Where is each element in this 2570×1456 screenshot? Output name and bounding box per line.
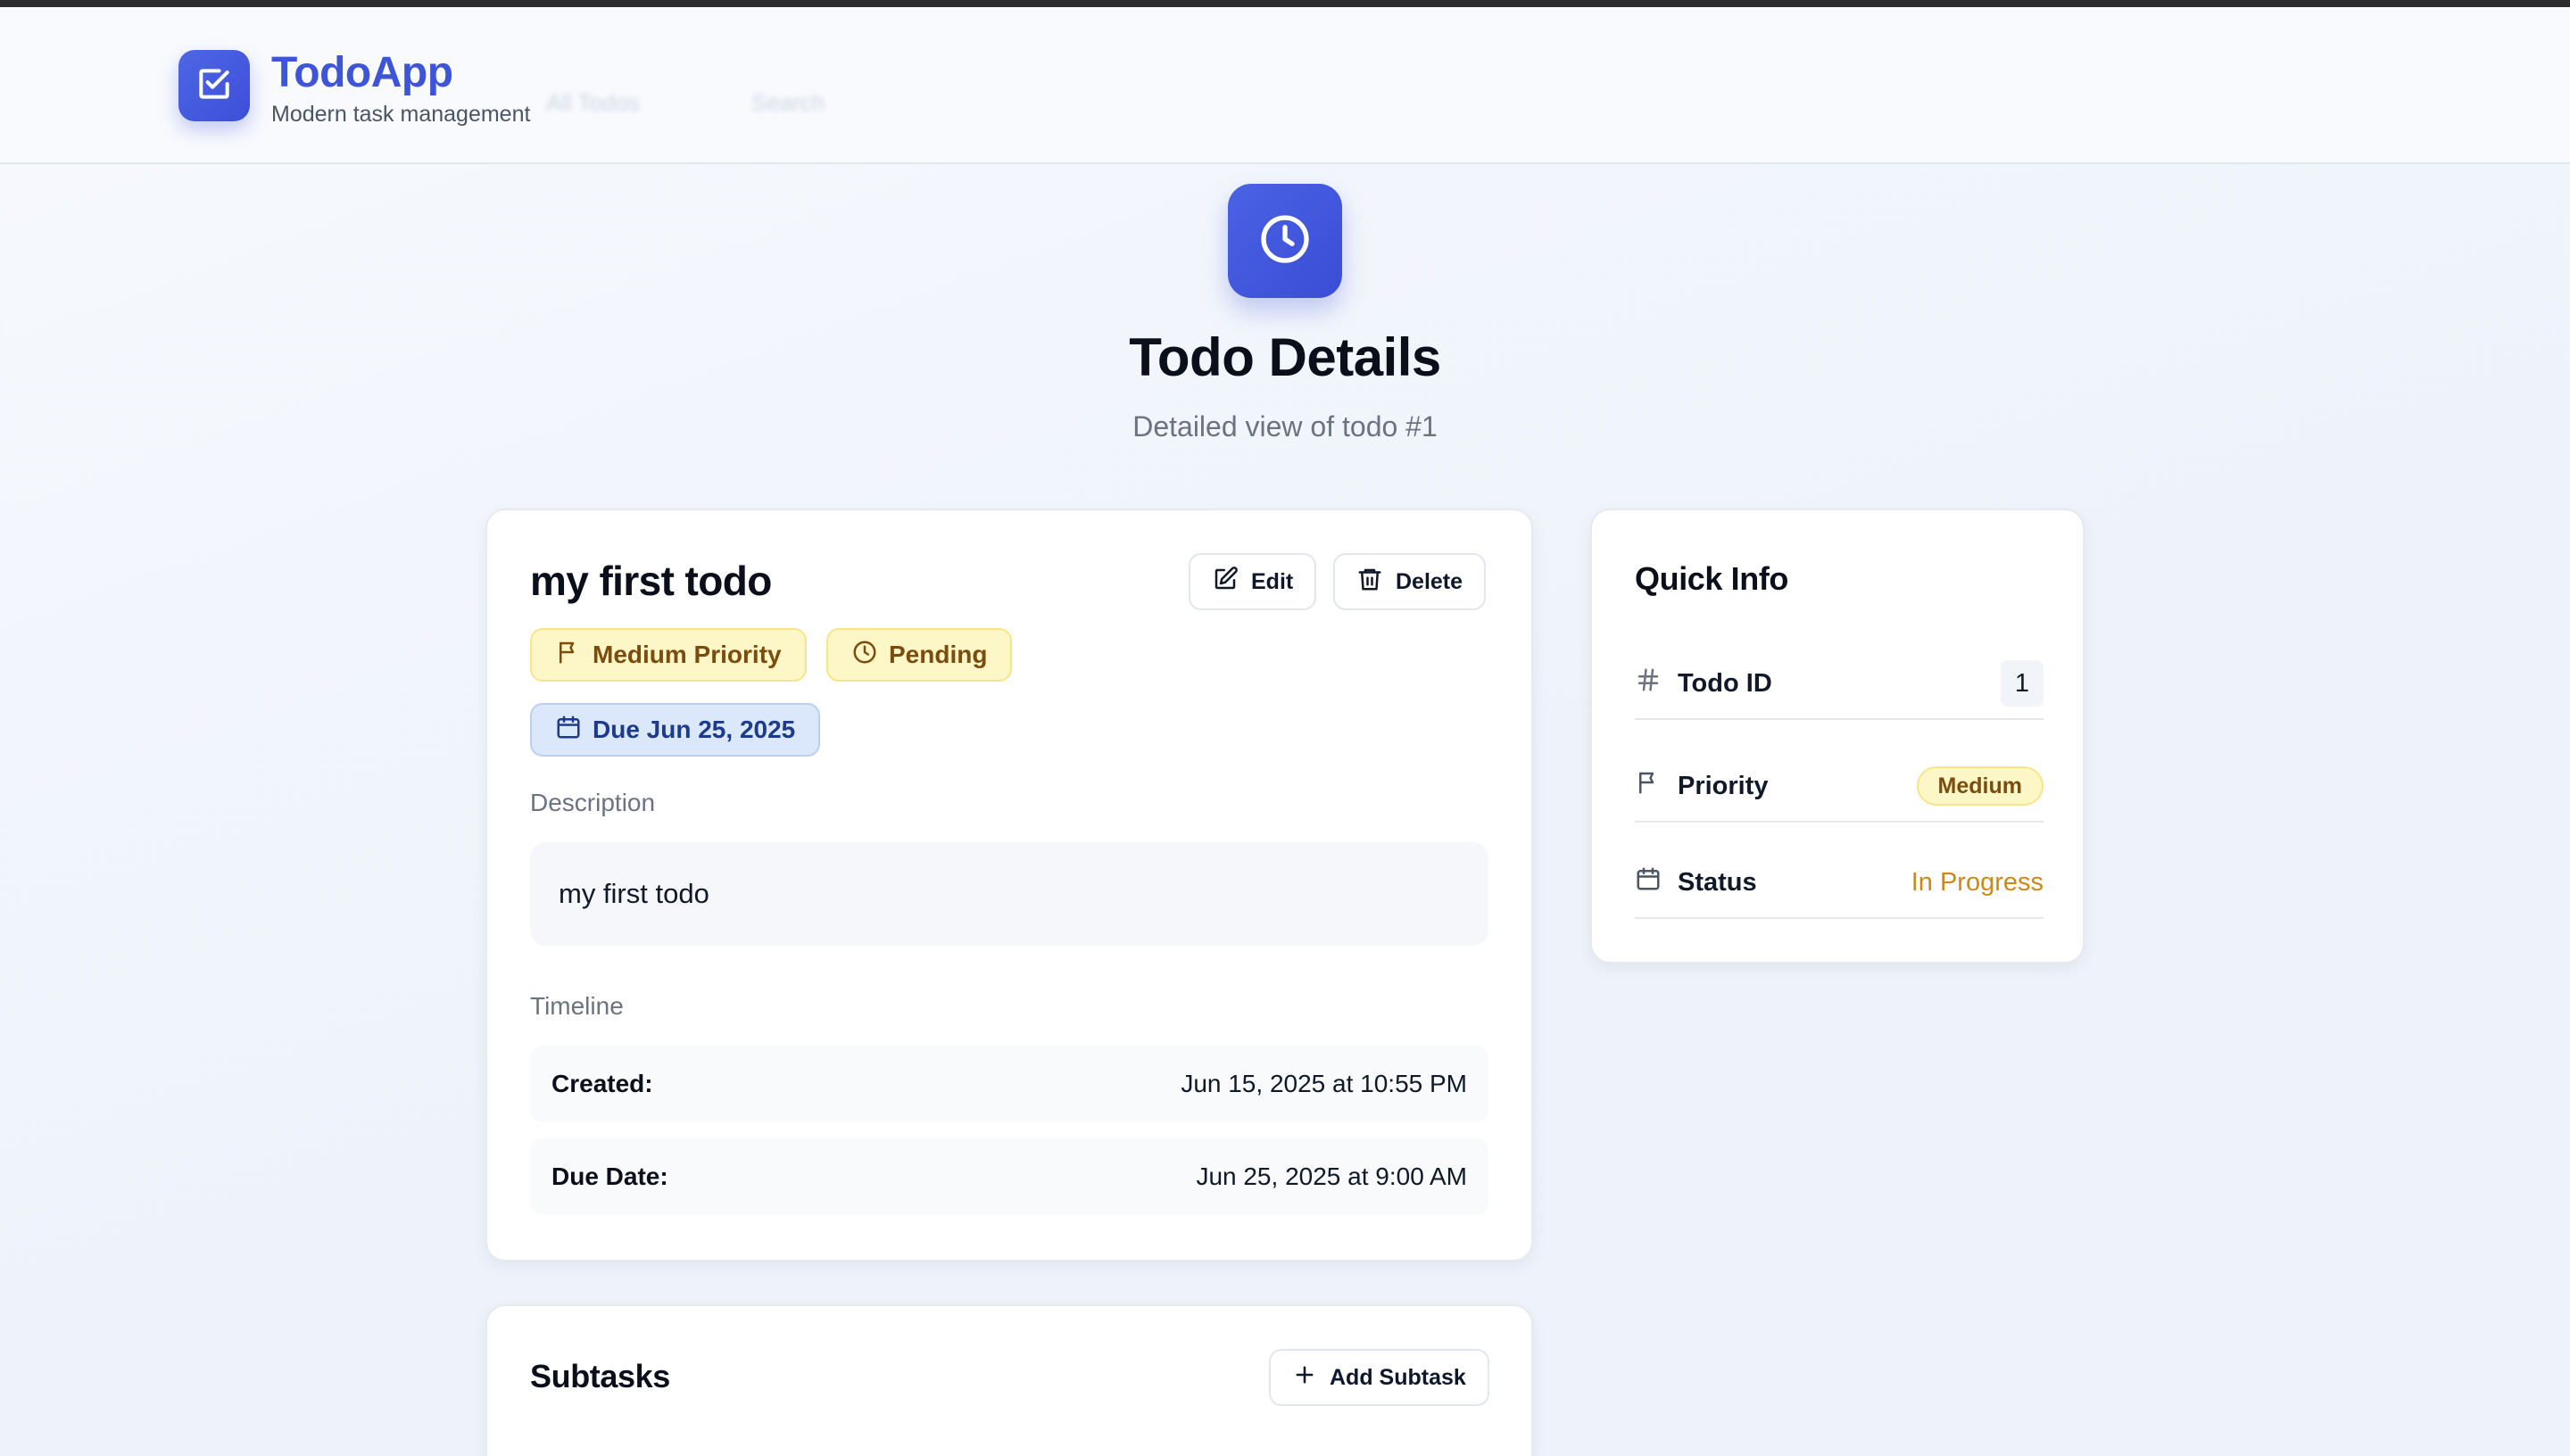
calendar-icon (1635, 865, 1662, 899)
edit-icon (1212, 566, 1239, 599)
priority-badge: Medium Priority (530, 628, 807, 682)
todo-id-value: 1 (2001, 660, 2044, 707)
page-subtitle: Detailed view of todo #1 (1132, 410, 1438, 443)
flag-icon (1635, 769, 1662, 803)
status-badge: Pending (826, 628, 1013, 682)
quick-info-row-priority: Priority Medium (1635, 751, 2044, 823)
checkbox-icon (195, 64, 234, 108)
timeline-label: Due Date: (551, 1162, 668, 1190)
status-value: In Progress (1911, 867, 2044, 897)
todo-id-label: Todo ID (1678, 668, 1772, 698)
subtasks-title: Subtasks (530, 1358, 670, 1394)
quick-info-row-id: Todo ID 1 (1635, 649, 2044, 720)
nav-item-search[interactable]: Search (751, 89, 825, 117)
description-text: my first todo (530, 842, 1488, 946)
app-header: TodoApp Modern task management All Todos… (0, 7, 2570, 164)
timeline-value: Jun 25, 2025 at 9:00 AM (1196, 1162, 1467, 1190)
priority-label: Priority (1678, 771, 1769, 800)
description-heading: Description (530, 789, 656, 816)
due-date-badge: Due Jun 25, 2025 (530, 703, 821, 757)
status-label: Status (1678, 867, 1757, 897)
page-title: Todo Details (1129, 327, 1441, 387)
add-subtask-label: Add Subtask (1330, 1364, 1466, 1390)
flag-icon (555, 639, 582, 672)
todo-detail-card: my first todo Edit Delete Medium Priorit… (485, 509, 1533, 1262)
timeline-label: Created: (551, 1070, 653, 1097)
brand-subtitle: Modern task management (271, 102, 531, 127)
timeline-heading: Timeline (530, 992, 624, 1020)
trash-icon (1356, 566, 1383, 599)
timeline-row-created: Created: Jun 15, 2025 at 10:55 PM (530, 1046, 1488, 1122)
subtasks-card: Subtasks Add Subtask (485, 1304, 1533, 1456)
hash-icon (1635, 666, 1662, 700)
timeline-row-due: Due Date: Jun 25, 2025 at 9:00 AM (530, 1138, 1488, 1215)
quick-info-row-status: Status In Progress (1635, 848, 2044, 919)
todo-title: my first todo (530, 558, 772, 604)
quick-info-card: Quick Info Todo ID 1 Priority Medium Sta… (1590, 509, 2085, 964)
delete-button[interactable]: Delete (1333, 553, 1487, 610)
priority-pill: Medium (1916, 766, 2044, 806)
delete-button-label: Delete (1396, 568, 1463, 594)
status-badge-label: Pending (889, 641, 988, 668)
timeline-value: Jun 15, 2025 at 10:55 PM (1181, 1070, 1467, 1097)
hero-badge (1228, 184, 1342, 298)
plus-icon (1292, 1362, 1317, 1394)
calendar-icon (555, 714, 582, 747)
app-logo[interactable] (178, 50, 250, 121)
edit-button-label: Edit (1251, 568, 1294, 594)
quick-info-title: Quick Info (1635, 560, 1789, 597)
clock-icon (851, 639, 878, 672)
edit-button[interactable]: Edit (1189, 553, 1317, 610)
nav-item-all-todos[interactable]: All Todos (546, 89, 640, 117)
priority-badge-label: Medium Priority (593, 641, 782, 668)
add-subtask-button[interactable]: Add Subtask (1269, 1349, 1489, 1406)
due-date-label: Due Jun 25, 2025 (593, 716, 796, 743)
brand-title[interactable]: TodoApp (271, 48, 453, 97)
window-top-strip (0, 0, 2570, 7)
clock-icon (1256, 211, 1314, 272)
